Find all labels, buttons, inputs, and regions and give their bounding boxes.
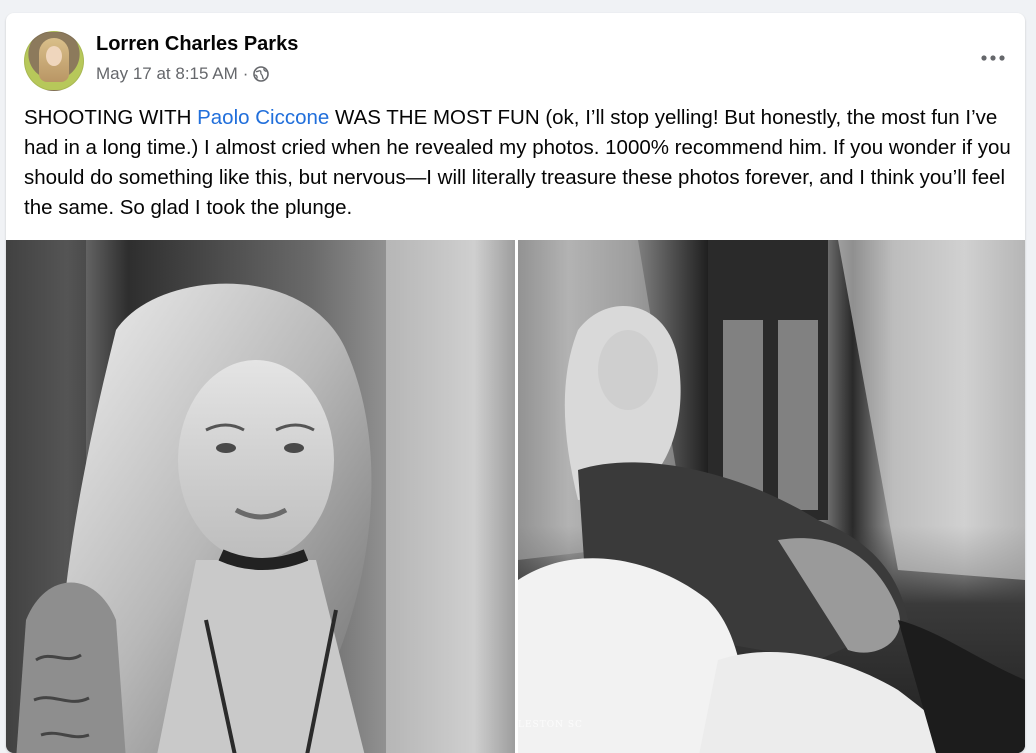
photo-portrait-left[interactable]: [6, 240, 515, 753]
portrait-illustration: [6, 240, 515, 753]
author-name[interactable]: Lorren Charles Parks: [96, 33, 298, 56]
meta-separator: ·: [242, 64, 249, 83]
globe-icon[interactable]: [253, 66, 270, 82]
post-header: Lorren Charles Parks May 17 at 8:15 AM ·: [6, 13, 1025, 93]
avatar-face: [46, 46, 62, 66]
photo-grid: LESTON SC: [6, 240, 1025, 753]
photo-window-right[interactable]: LESTON SC: [518, 240, 1025, 753]
post-meta: May 17 at 8:15 AM ·: [96, 64, 270, 84]
post-text-start: SHOOTING WITH: [24, 106, 198, 129]
mention-link[interactable]: Paolo Ciccone: [197, 106, 329, 129]
photo-watermark: LESTON SC: [518, 720, 583, 730]
more-options-icon: [981, 55, 1005, 61]
author-avatar[interactable]: [24, 31, 84, 91]
more-options-button[interactable]: [975, 41, 1011, 75]
window-illustration: [518, 240, 1025, 753]
post-text: SHOOTING WITH Paolo Ciccone WAS THE MOST…: [24, 103, 1014, 223]
post-card: Lorren Charles Parks May 17 at 8:15 AM ·…: [6, 13, 1025, 753]
post-timestamp[interactable]: May 17 at 8:15 AM: [96, 64, 238, 84]
